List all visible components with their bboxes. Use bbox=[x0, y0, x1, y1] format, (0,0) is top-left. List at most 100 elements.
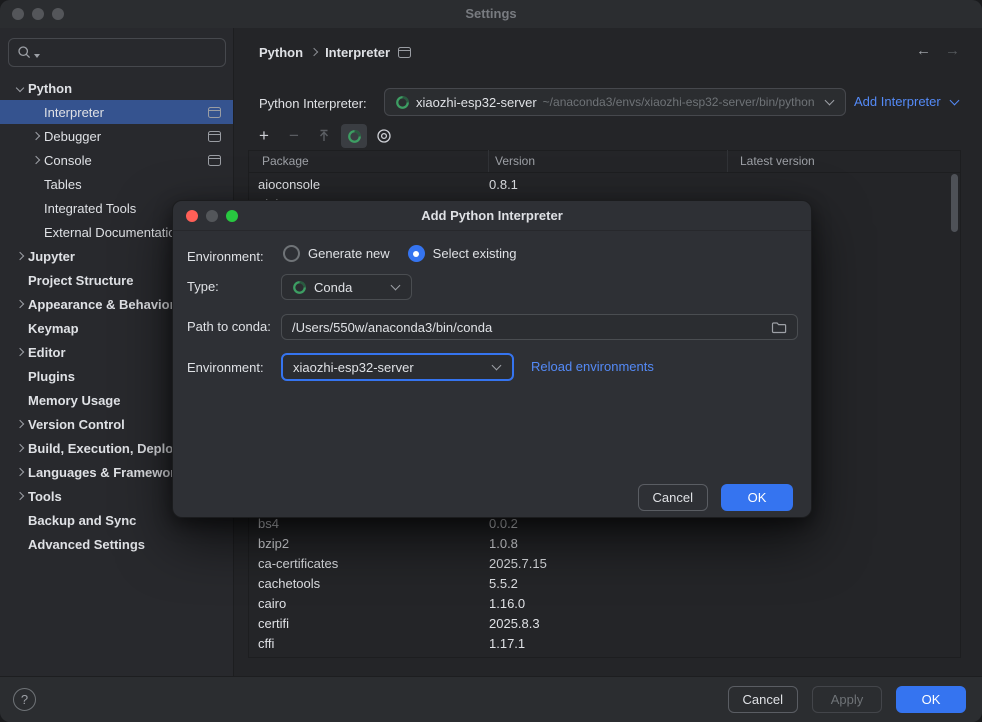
dialog-cancel-button[interactable]: Cancel bbox=[638, 484, 708, 511]
conda-path-input[interactable]: /Users/550w/anaconda3/bin/conda bbox=[281, 314, 798, 340]
forward-arrow-icon[interactable]: → bbox=[945, 42, 960, 59]
window-icon bbox=[398, 47, 411, 58]
tree-item-label: Tables bbox=[44, 177, 82, 192]
install-package-button[interactable]: + bbox=[251, 124, 277, 148]
package-version-cell: 5.5.2 bbox=[489, 576, 728, 591]
window-titlebar: Settings bbox=[0, 0, 982, 28]
tree-chevron-icon[interactable] bbox=[12, 421, 28, 427]
package-name-cell: ca-certificates bbox=[249, 556, 489, 571]
use-conda-manager-button[interactable] bbox=[341, 124, 367, 148]
tree-item-label: Tools bbox=[28, 489, 62, 504]
table-scrollbar[interactable] bbox=[951, 174, 958, 232]
settings-window: Settings Python Interpreter Debugger Con… bbox=[0, 0, 982, 722]
settings-footer: ? Cancel Apply OK bbox=[0, 676, 982, 722]
conda-icon bbox=[395, 95, 410, 110]
sidebar-tree-item[interactable]: Interpreter bbox=[0, 100, 233, 124]
sidebar-tree-item[interactable]: Advanced Settings bbox=[0, 532, 233, 556]
package-name-cell: cffi bbox=[249, 636, 489, 651]
reload-environments-link[interactable]: Reload environments bbox=[531, 359, 654, 374]
add-interpreter-label: Add Interpreter bbox=[854, 94, 941, 109]
breadcrumb-interpreter: Interpreter bbox=[325, 45, 390, 60]
dialog-title: Add Python Interpreter bbox=[173, 201, 811, 231]
environment-select-label: Environment: bbox=[187, 358, 264, 378]
package-name-cell: aioconsole bbox=[249, 177, 489, 192]
environment-radio-group: Generate new Select existing bbox=[283, 245, 517, 262]
help-button[interactable]: ? bbox=[13, 688, 36, 711]
tree-chevron-icon[interactable] bbox=[12, 445, 28, 451]
add-python-interpreter-dialog: Add Python Interpreter Environment: Gene… bbox=[172, 200, 812, 518]
tree-chevron-icon[interactable] bbox=[12, 469, 28, 475]
tree-item-label: Backup and Sync bbox=[28, 513, 136, 528]
environment-select[interactable]: xiaozhi-esp32-server bbox=[281, 353, 514, 381]
breadcrumb-python[interactable]: Python bbox=[259, 45, 303, 60]
question-mark-icon: ? bbox=[21, 692, 28, 707]
window-icon bbox=[208, 131, 221, 142]
tree-item-label: Memory Usage bbox=[28, 393, 120, 408]
interpreter-name: xiaozhi-esp32-server bbox=[416, 95, 537, 110]
package-rows-bottom: bs4 0.0.2 bzip2 1.0.8 ca-certificates 20… bbox=[249, 513, 949, 653]
radio-on-icon bbox=[408, 245, 425, 262]
search-options-caret-icon[interactable] bbox=[34, 54, 40, 58]
package-version-cell: 1.17.1 bbox=[489, 636, 728, 651]
tree-chevron-icon[interactable] bbox=[12, 493, 28, 499]
package-toolbar: + − bbox=[251, 123, 397, 149]
window-icon bbox=[208, 107, 221, 118]
breadcrumb: Python Interpreter bbox=[259, 42, 411, 62]
conda-icon bbox=[292, 280, 307, 295]
package-table-row[interactable]: bzip2 1.0.8 bbox=[249, 533, 949, 553]
package-table-row[interactable]: cairo 1.16.0 bbox=[249, 593, 949, 613]
upgrade-package-button[interactable] bbox=[311, 124, 337, 148]
path-to-conda-label: Path to conda: bbox=[187, 317, 271, 337]
package-table-header: Package Version Latest version bbox=[248, 150, 961, 173]
package-name-cell: certifi bbox=[249, 616, 489, 631]
add-interpreter-link[interactable]: Add Interpreter bbox=[854, 94, 960, 109]
dialog-ok-button[interactable]: OK bbox=[721, 484, 793, 511]
package-version-cell: 0.8.1 bbox=[489, 177, 728, 192]
conda-path-value: /Users/550w/anaconda3/bin/conda bbox=[292, 320, 492, 335]
settings-ok-button[interactable]: OK bbox=[896, 686, 966, 713]
column-header-latest-version[interactable]: Latest version bbox=[728, 154, 961, 168]
tree-item-label: Debugger bbox=[44, 129, 101, 144]
search-input[interactable] bbox=[8, 38, 226, 67]
settings-cancel-button[interactable]: Cancel bbox=[728, 686, 798, 713]
sidebar-tree-item[interactable]: Debugger bbox=[0, 124, 233, 148]
tree-chevron-icon[interactable] bbox=[12, 253, 28, 259]
column-header-version[interactable]: Version bbox=[489, 150, 728, 172]
tree-chevron-icon[interactable] bbox=[12, 349, 28, 355]
package-table-row[interactable]: certifi 2025.8.3 bbox=[249, 613, 949, 633]
tree-item-label: Python bbox=[28, 81, 72, 96]
interpreter-select[interactable]: xiaozhi-esp32-server ~/anaconda3/envs/xi… bbox=[384, 88, 846, 116]
conda-icon bbox=[347, 129, 362, 144]
show-early-releases-button[interactable] bbox=[371, 124, 397, 148]
package-table-row[interactable]: aioconsole 0.8.1 bbox=[249, 174, 949, 194]
tree-item-label: Console bbox=[44, 153, 92, 168]
type-select[interactable]: Conda bbox=[281, 274, 412, 300]
tree-item-label: Appearance & Behavior bbox=[28, 297, 175, 312]
package-table-row[interactable]: cffi 1.17.1 bbox=[249, 633, 949, 653]
chevron-right-icon bbox=[310, 48, 318, 56]
tree-chevron-icon[interactable] bbox=[28, 157, 44, 163]
radio-generate-new-label: Generate new bbox=[308, 246, 390, 261]
tree-chevron-icon[interactable] bbox=[12, 301, 28, 307]
sidebar-tree-item[interactable]: Tables bbox=[0, 172, 233, 196]
radio-generate-new[interactable]: Generate new bbox=[283, 245, 390, 262]
radio-off-icon bbox=[283, 245, 300, 262]
tree-item-label: Languages & Frameworks bbox=[28, 465, 190, 480]
dialog-titlebar: Add Python Interpreter bbox=[173, 201, 811, 231]
tree-item-label: External Documentation bbox=[44, 225, 183, 240]
window-title: Settings bbox=[0, 0, 982, 28]
folder-icon[interactable] bbox=[771, 321, 787, 334]
package-table-row[interactable]: ca-certificates 2025.7.15 bbox=[249, 553, 949, 573]
radio-select-existing[interactable]: Select existing bbox=[408, 245, 517, 262]
chevron-down-icon bbox=[825, 96, 835, 106]
tree-chevron-icon[interactable] bbox=[12, 85, 28, 91]
tree-chevron-icon[interactable] bbox=[28, 133, 44, 139]
sidebar-tree-item[interactable]: Python bbox=[0, 76, 233, 100]
tree-item-label: Plugins bbox=[28, 369, 75, 384]
uninstall-package-button[interactable]: − bbox=[281, 124, 307, 148]
column-header-package[interactable]: Package bbox=[248, 150, 489, 172]
chevron-down-icon bbox=[949, 95, 959, 105]
sidebar-tree-item[interactable]: Console bbox=[0, 148, 233, 172]
package-table-row[interactable]: cachetools 5.5.2 bbox=[249, 573, 949, 593]
back-arrow-icon[interactable]: ← bbox=[916, 42, 931, 59]
